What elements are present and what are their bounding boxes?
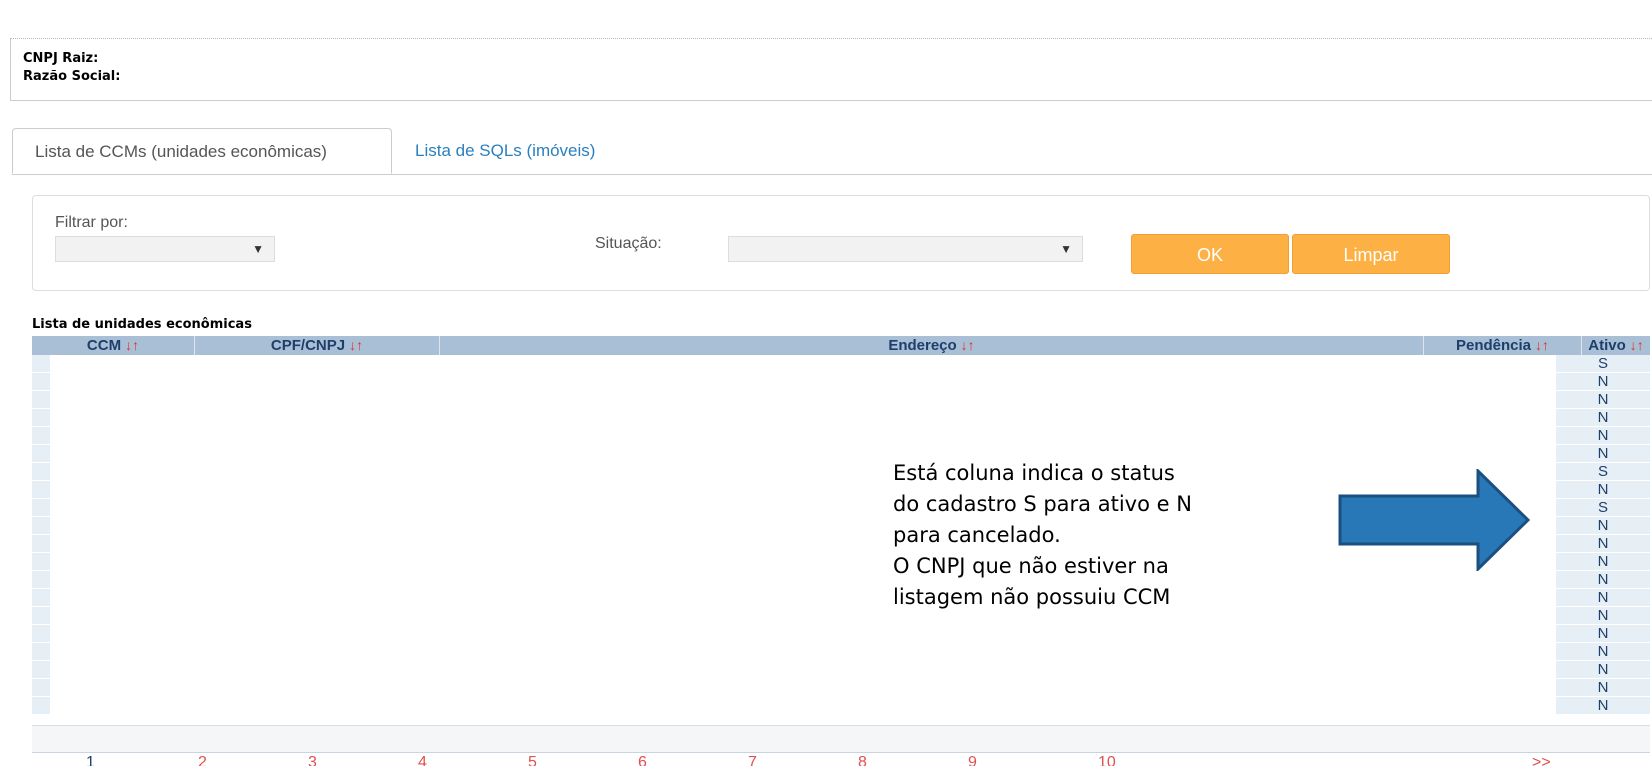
situacao-label: Situação:: [595, 235, 662, 252]
ativo-cell: N: [1556, 409, 1650, 427]
table-row[interactable]: [32, 373, 50, 391]
ativo-cell: N: [1556, 553, 1650, 571]
column-header-label: CPF/CNPJ: [270, 337, 346, 354]
tab-lista-sqls[interactable]: Lista de SQLs (imóveis): [393, 128, 617, 174]
page-link-2[interactable]: 2: [198, 754, 207, 766]
page-link-5[interactable]: 5: [528, 754, 537, 766]
table-row[interactable]: [32, 391, 50, 409]
dropdown-arrow-icon: ▼: [252, 242, 264, 256]
table-row[interactable]: [32, 643, 50, 661]
ativo-column: SNNNNNSNSNNNNNNNNNNN: [1556, 355, 1650, 715]
table-row[interactable]: [32, 355, 50, 373]
table-row[interactable]: [32, 427, 50, 445]
column-header-label: Ativo: [1588, 337, 1626, 354]
table-row[interactable]: [32, 409, 50, 427]
sort-arrows-icon[interactable]: ↓↑: [125, 337, 139, 353]
ativo-cell: N: [1556, 427, 1650, 445]
table-row[interactable]: [32, 445, 50, 463]
ativo-cell: N: [1556, 607, 1650, 625]
ativo-cell: N: [1556, 373, 1650, 391]
ativo-cell: N: [1556, 625, 1650, 643]
table-row[interactable]: [32, 463, 50, 481]
table-row[interactable]: [32, 697, 50, 715]
next-page-link[interactable]: >>: [1532, 754, 1551, 766]
column-header-label: CCM: [86, 337, 122, 354]
ativo-cell: N: [1556, 589, 1650, 607]
page-link-4[interactable]: 4: [418, 754, 427, 766]
table-row[interactable]: [32, 607, 50, 625]
page-link-9[interactable]: 9: [968, 754, 977, 766]
ativo-cell: N: [1556, 517, 1650, 535]
ativo-cell: N: [1556, 481, 1650, 499]
table-row[interactable]: [32, 589, 50, 607]
table-row[interactable]: [32, 679, 50, 697]
tab-lista-ccms[interactable]: Lista de CCMs (unidades econômicas): [12, 128, 392, 174]
ativo-cell: N: [1556, 391, 1650, 409]
annotation-line: listagem não possuiu CCM: [893, 585, 1171, 609]
tab-bar: Lista de CCMs (unidades econômicas) List…: [12, 128, 1652, 175]
annotation-line: do cadastro S para ativo e N: [893, 492, 1192, 516]
page-link-7[interactable]: 7: [748, 754, 757, 766]
annotation-line: Está coluna indica o status: [893, 461, 1175, 485]
ativo-cell: S: [1556, 499, 1650, 517]
table-header: CCM ↓↑ CPF/CNPJ ↓↑ Endereço ↓↑ Pendência ↓↑ …: [32, 336, 1650, 355]
table-row[interactable]: [32, 625, 50, 643]
ativo-cell: N: [1556, 697, 1650, 715]
situacao-select[interactable]: ▼: [728, 236, 1083, 262]
column-header-endereco[interactable]: Endereço ↓↑: [440, 336, 1424, 355]
dropdown-arrow-icon: ▼: [1060, 242, 1072, 256]
cnpj-raiz-label: CNPJ Raiz:: [23, 51, 99, 66]
table-row[interactable]: [32, 661, 50, 679]
table-row[interactable]: [32, 499, 50, 517]
table-row[interactable]: [32, 517, 50, 535]
table-row[interactable]: [32, 571, 50, 589]
table-row[interactable]: [32, 481, 50, 499]
ativo-cell: S: [1556, 463, 1650, 481]
ativo-cell: N: [1556, 679, 1650, 697]
annotation-line: para cancelado.: [893, 523, 1061, 547]
column-header-label: Pendência: [1455, 337, 1532, 354]
ativo-cell: N: [1556, 535, 1650, 553]
annotation-line: O CNPJ que não estiver na: [893, 554, 1169, 578]
page-link-10[interactable]: 10: [1098, 754, 1116, 766]
sort-arrows-icon[interactable]: ↓↑: [1630, 337, 1644, 353]
filtrar-por-select[interactable]: ▼: [55, 236, 275, 262]
right-arrow-icon: [1338, 469, 1530, 571]
column-header-cpf-cnpj[interactable]: CPF/CNPJ ↓↑: [195, 336, 440, 355]
limpar-button[interactable]: Limpar: [1292, 234, 1450, 274]
ativo-cell: N: [1556, 643, 1650, 661]
filter-panel: Filtrar por: ▼ Situação: ▼ OK Limpar: [32, 195, 1650, 291]
company-info-panel: CNPJ Raiz: Razão Social:: [10, 39, 1652, 101]
page-link-8[interactable]: 8: [858, 754, 867, 766]
row-selector-strip: [32, 355, 50, 735]
ativo-cell: N: [1556, 661, 1650, 679]
column-header-ativo[interactable]: Ativo ↓↑: [1582, 336, 1650, 355]
sort-arrows-icon[interactable]: ↓↑: [961, 337, 975, 353]
table-row[interactable]: [32, 553, 50, 571]
page-link-6[interactable]: 6: [638, 754, 647, 766]
pagination: 1 2 3 4 5 6 7 8 9 10 >>: [32, 754, 1650, 766]
page-link-3[interactable]: 3: [308, 754, 317, 766]
annotation-text: Está coluna indica o status do cadastro S…: [893, 458, 1192, 613]
column-header-ccm[interactable]: CCM ↓↑: [32, 336, 195, 355]
ok-button[interactable]: OK: [1131, 234, 1289, 274]
ativo-cell: S: [1556, 355, 1650, 373]
ativo-cell: N: [1556, 571, 1650, 589]
sort-arrows-icon[interactable]: ↓↑: [1535, 337, 1549, 353]
filtrar-por-label: Filtrar por:: [55, 214, 128, 231]
column-header-label: Endereço: [888, 337, 957, 354]
page-link-1[interactable]: 1: [86, 754, 95, 766]
table-title: Lista de unidades econômicas: [32, 317, 252, 332]
ativo-cell: N: [1556, 445, 1650, 463]
table-footer: [32, 725, 1650, 753]
sort-arrows-icon[interactable]: ↓↑: [349, 337, 363, 353]
column-header-pendencia[interactable]: Pendência ↓↑: [1424, 336, 1582, 355]
table-row[interactable]: [32, 535, 50, 553]
razao-social-label: Razão Social:: [23, 69, 121, 84]
